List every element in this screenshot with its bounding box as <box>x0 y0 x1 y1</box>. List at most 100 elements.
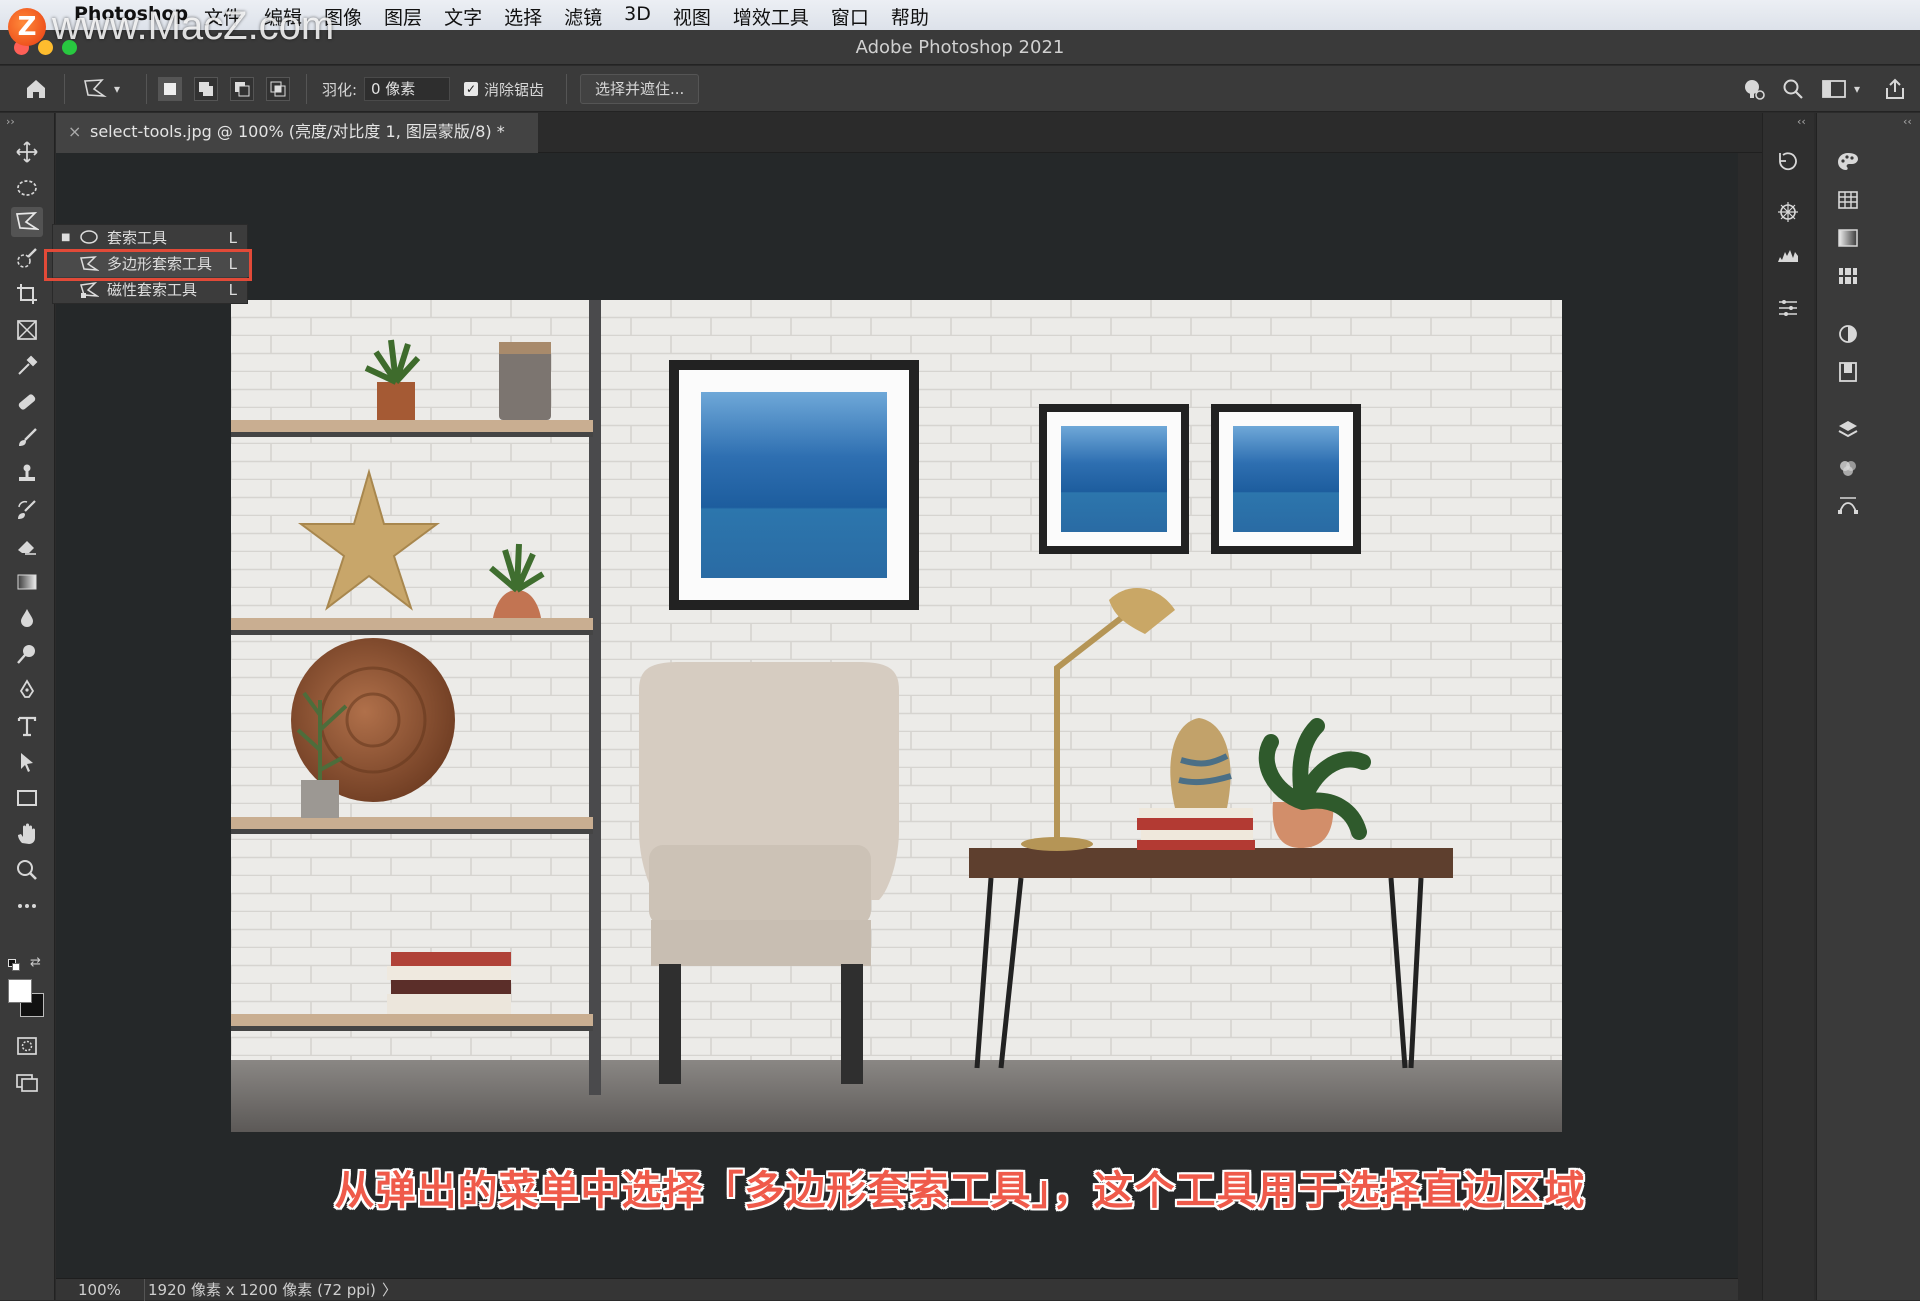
new-selection-button[interactable] <box>158 66 182 112</box>
share-button[interactable] <box>1884 66 1906 112</box>
polygonal-lasso-icon <box>84 79 107 97</box>
layers-panel-icon[interactable] <box>1833 415 1863 445</box>
subtract-selection-icon <box>235 82 250 97</box>
menu-type[interactable]: 文字 <box>444 3 482 30</box>
intersect-selection-icon <box>270 81 286 97</box>
document-size-info: 1920 像素 x 1200 像素 (72 ppi) <box>148 1281 376 1299</box>
intersect-selection-button[interactable] <box>266 66 290 112</box>
document-image[interactable] <box>231 300 1562 1132</box>
zoom-level[interactable]: 100% <box>78 1279 121 1301</box>
add-to-selection-button[interactable] <box>194 66 218 112</box>
menu-layer[interactable]: 图层 <box>384 3 422 30</box>
shortcut-key: L <box>228 229 237 247</box>
highlight-box <box>44 249 252 281</box>
macz-logo: Z <box>8 7 46 46</box>
panel-dock-wide: ‹‹ <box>1816 113 1920 1300</box>
menu-filter[interactable]: 滤镜 <box>564 3 602 30</box>
frame-tool-icon[interactable] <box>11 315 43 345</box>
type-tool-icon[interactable] <box>11 711 43 741</box>
color-panel-icon[interactable] <box>1833 147 1863 177</box>
status-bar: 100% 1920 像素 x 1200 像素 (72 ppi) 〉 <box>56 1278 1738 1301</box>
menu-select[interactable]: 选择 <box>504 3 542 30</box>
foreground-color-swatch[interactable] <box>8 979 32 1003</box>
flyout-item-lasso[interactable]: ■ 套索工具 L <box>53 225 249 251</box>
antialias-label: 消除锯齿 <box>484 80 545 99</box>
menu-3d[interactable]: 3D <box>624 3 651 30</box>
paths-panel-icon[interactable] <box>1833 491 1863 521</box>
lasso-icon <box>80 230 98 244</box>
watermark-text: www.MacZ.com <box>52 4 335 48</box>
flyout-item-label: 磁性套索工具 <box>107 281 198 299</box>
magnetic-lasso-icon <box>80 281 99 298</box>
collapse-arrows-icon[interactable]: ›› <box>6 115 15 128</box>
select-and-mask-button[interactable]: 选择并遮住... <box>580 74 700 104</box>
crop-tool-icon[interactable] <box>11 279 43 309</box>
antialias-checkbox[interactable]: ✓ 消除锯齿 <box>464 66 544 112</box>
collapse-arrows-icon[interactable]: ‹‹ <box>1797 115 1806 128</box>
subtract-from-selection-button[interactable] <box>230 66 254 112</box>
eraser-tool-icon[interactable] <box>11 531 43 561</box>
marquee-tool-icon[interactable] <box>11 173 43 203</box>
workspace-icon <box>1822 80 1846 98</box>
home-icon <box>27 80 45 98</box>
navigator-panel-icon[interactable] <box>1773 197 1803 227</box>
patterns-panel-icon[interactable] <box>1833 261 1863 291</box>
lasso-tool-icon[interactable] <box>11 207 43 237</box>
pen-tool-icon[interactable] <box>11 675 43 705</box>
close-tab-icon[interactable]: × <box>68 113 81 151</box>
healing-brush-icon[interactable] <box>11 387 43 417</box>
adjustments-panel-icon[interactable] <box>1833 319 1863 349</box>
chevron-down-icon: ▾ <box>114 82 121 96</box>
history-brush-icon[interactable] <box>11 495 43 525</box>
hand-tool-icon[interactable] <box>11 819 43 849</box>
channels-panel-icon[interactable] <box>1833 453 1863 483</box>
gradients-panel-icon[interactable] <box>1833 223 1863 253</box>
menu-view[interactable]: 视图 <box>673 3 711 30</box>
checkmark-icon: ✓ <box>464 82 478 96</box>
lightbulb-search-icon <box>1745 80 1765 100</box>
histogram-panel-icon[interactable] <box>1773 239 1803 269</box>
document-tab[interactable]: × select-tools.jpg @ 100% (亮度/对比度 1, 图层蒙… <box>56 113 538 153</box>
share-icon <box>1886 78 1904 99</box>
search-button[interactable] <box>1782 66 1804 112</box>
swatches-panel-icon[interactable] <box>1833 185 1863 215</box>
tutorial-caption: 从弹出的菜单中选择「多边形套索工具」，这个工具用于选择直边区域 <box>334 1168 1586 1214</box>
quick-mask-icon[interactable] <box>11 1031 43 1061</box>
tool-preset-picker[interactable]: ▾ <box>82 66 120 112</box>
gradient-tool-icon[interactable] <box>11 567 43 597</box>
home-button[interactable] <box>24 66 48 112</box>
path-select-icon[interactable] <box>11 747 43 777</box>
zoom-tool-icon[interactable] <box>11 855 43 885</box>
menu-plugins[interactable]: 增效工具 <box>733 3 809 30</box>
menu-help[interactable]: 帮助 <box>891 3 929 30</box>
screen-mode-icon[interactable] <box>11 1067 43 1097</box>
properties-panel-icon[interactable] <box>1773 293 1803 323</box>
swap-colors-icon[interactable]: ⇄ <box>30 955 41 970</box>
flyout-item-label: 套索工具 <box>107 229 168 247</box>
dodge-tool-icon[interactable] <box>11 639 43 669</box>
workspace-switcher[interactable]: ▾ <box>1822 66 1860 112</box>
move-tool-icon[interactable] <box>11 137 43 167</box>
blur-tool-icon[interactable] <box>11 603 43 633</box>
default-colors-icon[interactable] <box>8 959 22 971</box>
eyedropper-tool-icon[interactable] <box>11 351 43 381</box>
rectangle-tool-icon[interactable] <box>11 783 43 813</box>
feather-label: 羽化: <box>322 80 358 99</box>
learn-button[interactable] <box>1742 66 1766 112</box>
status-menu-arrow[interactable]: 〉 <box>382 1279 397 1301</box>
history-panel-icon[interactable] <box>1773 147 1803 177</box>
add-selection-icon <box>199 82 213 96</box>
libraries-panel-icon[interactable] <box>1833 357 1863 387</box>
clone-stamp-icon[interactable] <box>11 459 43 489</box>
active-tool-dot-icon: ■ <box>61 232 71 243</box>
tools-panel: ›› ⇄ <box>0 113 55 1300</box>
brush-tool-icon[interactable] <box>11 423 43 453</box>
collapse-arrows-icon[interactable]: ‹‹ <box>1903 115 1912 128</box>
document-tab-strip: × select-tools.jpg @ 100% (亮度/对比度 1, 图层蒙… <box>56 113 1762 153</box>
search-icon <box>1783 79 1803 99</box>
more-tools-icon[interactable] <box>11 891 43 921</box>
menu-window[interactable]: 窗口 <box>831 3 869 30</box>
feather-input[interactable]: 0 像素 <box>364 77 450 101</box>
quick-select-tool-icon[interactable] <box>11 243 43 273</box>
chevron-down-icon: ▾ <box>1854 82 1861 96</box>
